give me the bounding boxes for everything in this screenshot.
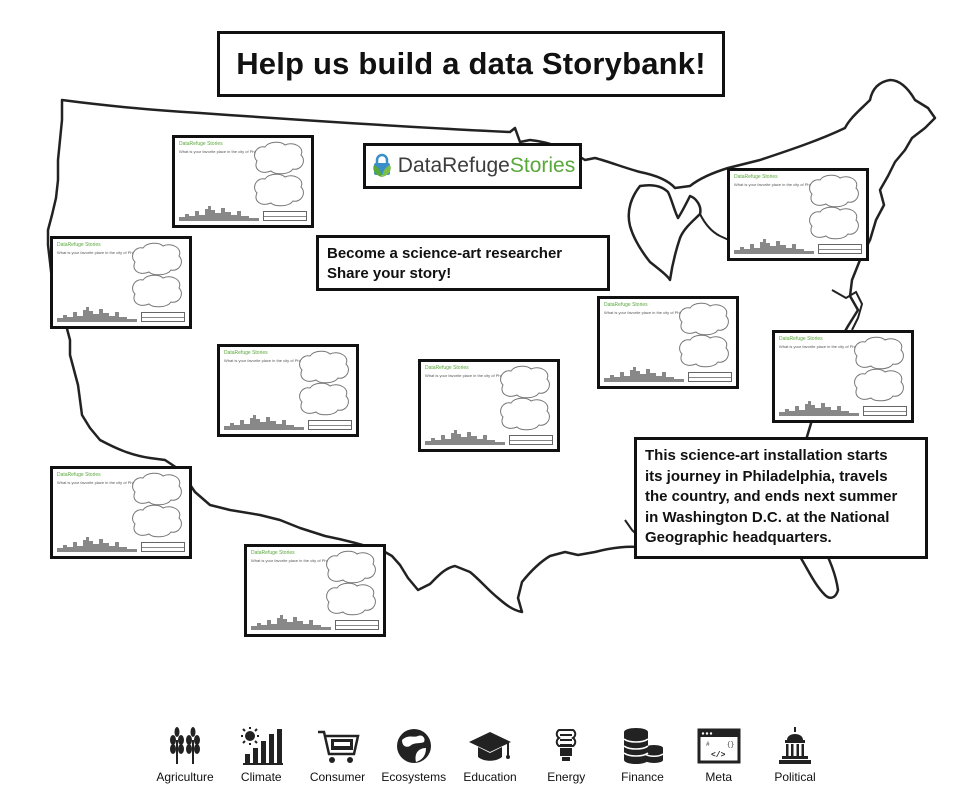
category-label: Meta (705, 770, 733, 784)
callout-line: in Washington D.C. at the National (645, 508, 890, 526)
wheat-icon (170, 727, 200, 764)
city-skyline (179, 206, 259, 221)
category-bar: Agriculture Climate Consumer Ecosystems … (150, 726, 830, 790)
category-ecosystems[interactable]: Ecosystems (379, 726, 449, 790)
city-skyline (425, 430, 505, 445)
thought-bubbles (500, 365, 550, 431)
category-finance[interactable]: Finance (608, 726, 678, 790)
graduation-cap-icon (469, 732, 511, 761)
lock-leaf-icon (373, 153, 391, 177)
card-footer-box (688, 372, 732, 382)
card-footer-box (263, 211, 307, 221)
coin-stacks-icon (623, 728, 663, 764)
category-label: Education (463, 770, 517, 784)
category-political[interactable]: Political (760, 726, 830, 790)
thought-bubbles (132, 242, 182, 308)
shopping-cart-icon (317, 730, 360, 763)
story-card[interactable]: DataRefuge Stories What is your favorite … (727, 168, 869, 261)
thought-bubbles (854, 336, 904, 402)
thought-bubbles (809, 174, 859, 240)
card-footer-box (308, 420, 352, 430)
city-skyline (251, 615, 331, 630)
lightbulb-icon (556, 729, 577, 761)
journey-callout: This science-art installation starts its… (634, 437, 928, 559)
thought-bubbles (132, 472, 182, 538)
category-label: Climate (240, 770, 282, 784)
category-climate[interactable]: Climate (226, 726, 296, 790)
sun-bars-icon (241, 727, 284, 765)
category-label: Consumer (309, 770, 366, 784)
card-brand: DataRefuge Stories (779, 336, 823, 342)
category-label: Agriculture (156, 770, 214, 784)
story-card[interactable]: DataRefuge Stories What is your favorite … (772, 330, 914, 423)
svg-text:#: # (706, 741, 710, 748)
card-footer-box (141, 542, 185, 552)
category-label: Finance (621, 770, 664, 784)
svg-text:{}: {} (727, 741, 734, 748)
card-brand: DataRefuge Stories (425, 365, 469, 371)
story-card[interactable]: DataRefuge Stories What is your favorite … (50, 466, 192, 559)
city-skyline (734, 239, 814, 254)
card-brand: DataRefuge Stories (734, 174, 778, 180)
story-card[interactable]: DataRefuge Stories What is your favorite … (597, 296, 739, 389)
svg-text:</>: </> (711, 751, 726, 760)
card-brand: DataRefuge Stories (57, 242, 101, 248)
card-footer-box (818, 244, 862, 254)
card-brand: DataRefuge Stories (604, 302, 648, 308)
card-brand: DataRefuge Stories (57, 472, 101, 478)
card-footer-box (863, 406, 907, 416)
story-card[interactable]: DataRefuge Stories What is your favorite … (418, 359, 560, 452)
story-card[interactable]: DataRefuge Stories What is your favorite … (50, 236, 192, 329)
card-footer-box (141, 312, 185, 322)
city-skyline (224, 415, 304, 430)
callout-line: the country, and ends next summer (645, 488, 898, 505)
city-skyline (779, 401, 859, 416)
code-window-icon: # {} </> (697, 728, 741, 764)
card-brand: DataRefuge Stories (224, 350, 268, 356)
datarefuge-stories-logo: DataRefugeStories (363, 143, 582, 189)
category-consumer[interactable]: Consumer (303, 726, 373, 790)
category-meta[interactable]: # {} </> Meta (684, 726, 754, 790)
callout-line: Share your story! (327, 265, 452, 282)
thought-bubbles (326, 550, 376, 616)
thought-bubbles (679, 302, 729, 368)
callout-line: its journey in Philadelphia, travels (645, 467, 888, 485)
globe-leaf-icon (396, 729, 431, 763)
city-skyline (57, 307, 137, 322)
category-label: Energy (547, 770, 586, 784)
card-footer-box (335, 620, 379, 630)
page-title: Help us build a data Storybank! (217, 31, 725, 97)
city-skyline (57, 537, 137, 552)
city-skyline (604, 367, 684, 382)
logo-text: DataRefugeStories (397, 154, 576, 177)
category-label: Ecosystems (381, 770, 447, 784)
card-brand: DataRefuge Stories (179, 141, 223, 147)
researcher-callout: Become a science-art researcher Share yo… (316, 235, 610, 291)
category-label: Political (774, 770, 816, 784)
category-energy[interactable]: Energy (531, 726, 601, 790)
story-card[interactable]: DataRefuge Stories What is your favorite … (172, 135, 314, 228)
story-card[interactable]: DataRefuge Stories What is your favorite … (244, 544, 386, 637)
thought-bubbles (254, 141, 304, 207)
thought-bubbles (299, 350, 349, 416)
callout-line: This science-art installation starts (645, 447, 888, 464)
category-education[interactable]: Education (455, 726, 525, 790)
callout-line: Geographic headquarters. (645, 529, 832, 546)
category-agriculture[interactable]: Agriculture (150, 726, 220, 790)
callout-line: Become a science-art researcher (327, 245, 563, 262)
card-brand: DataRefuge Stories (251, 550, 295, 556)
capitol-icon (779, 727, 811, 764)
story-card[interactable]: DataRefuge Stories What is your favorite … (217, 344, 359, 437)
card-footer-box (509, 435, 553, 445)
